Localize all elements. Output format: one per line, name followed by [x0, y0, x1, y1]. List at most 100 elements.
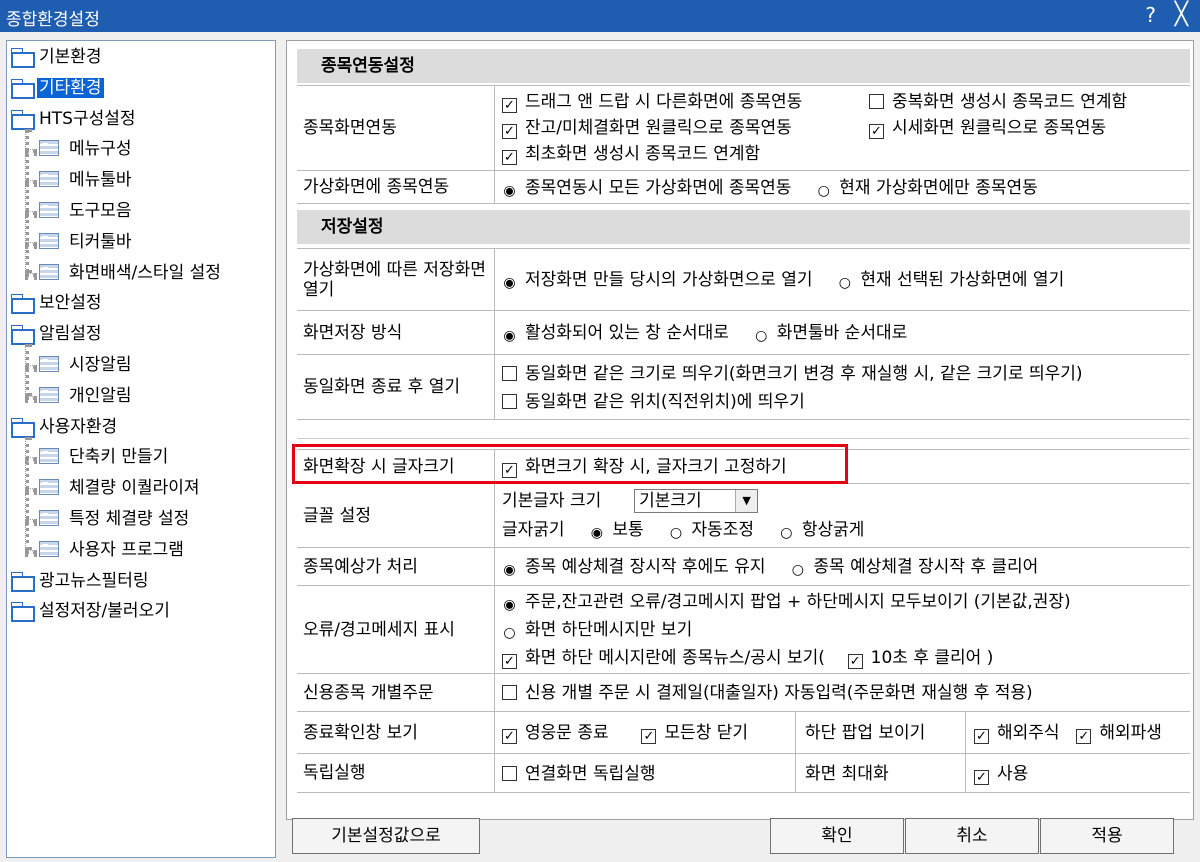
checkbox-unchecked-icon — [502, 766, 517, 781]
settings-tree[interactable]: 기본환경기타환경 HTS구성설정메뉴구성메뉴툴바도구모음티커툴바화면배색/스타일 … — [6, 40, 276, 858]
document-icon — [39, 202, 59, 218]
checkbox-checked-icon: ✓ — [974, 770, 989, 785]
radio-toolbar-order[interactable]: ○ 화면툴바 순서대로 — [754, 323, 907, 344]
radio-weight-auto[interactable]: ○ 자동조정 — [668, 520, 754, 541]
checkbox-same-size[interactable]: 동일화면 같은 크기로 띄우기(화면크기 변경 후 재실행 시, 같은 크기로 … — [502, 364, 1083, 384]
option-label: 모든창 닫기 — [664, 723, 749, 743]
checkbox-same-position[interactable]: 동일화면 같은 위치(직전위치)에 띄우기 — [502, 392, 805, 412]
tree-item-16[interactable]: 특정 체결량 설정 — [39, 505, 191, 533]
radio-all-virtual[interactable]: ◉ 종목연동시 모든 가상화면에 종목연동 — [502, 178, 791, 199]
tree-item-7[interactable]: 티커툴바 — [39, 228, 134, 256]
highlight-box — [292, 444, 848, 484]
tree-item-14[interactable]: 단축키 만들기 — [39, 443, 170, 471]
checkbox-first-screen[interactable]: ✓ 최초화면 생성시 종목코드 연계함 — [502, 144, 761, 165]
radio-selected-icon: ◉ — [503, 328, 516, 344]
tree-item-label: 설정저장/불러오기 — [39, 601, 170, 622]
option-label: 최초화면 생성시 종목코드 연계함 — [525, 144, 761, 164]
radio-weight-normal[interactable]: ◉ 보통 — [589, 520, 644, 541]
tree-item-11[interactable]: 시장알림 — [39, 351, 134, 379]
apply-button[interactable]: 적용 — [1040, 818, 1174, 854]
radio-current-virtual[interactable]: ○ 현재 가상화면에만 종목연동 — [816, 178, 1038, 199]
checkbox-duplicate-link[interactable]: 중복화면 생성시 종목코드 연계함 — [869, 92, 1127, 112]
tree-item-9[interactable]: 보안설정 — [11, 289, 104, 317]
radio-popup-and-bottom[interactable]: ◉ 주문,잔고관련 오류/경고메시지 팝업 + 하단메시지 모두보이기 (기본값,… — [502, 592, 1070, 613]
radio-weight-bold[interactable]: ○ 항상굵게 — [779, 520, 864, 541]
radio-expected-clear[interactable]: ○ 종목 예상체결 장시작 후 클리어 — [790, 557, 1039, 578]
radio-unselected-icon: ○ — [838, 275, 851, 291]
checkbox-balance-oneclick[interactable]: ✓ 잔고/미체결화면 원클릭으로 종목연동 — [502, 118, 792, 139]
tree-item-18[interactable]: 광고뉴스필터링 — [11, 567, 150, 595]
font-size-select[interactable]: 기본크기 ▼ — [634, 489, 759, 513]
tree-item-15[interactable]: 체결량 이퀄라이져 — [39, 474, 202, 502]
ok-button[interactable]: 확인 — [770, 818, 904, 854]
radio-active-order[interactable]: ◉ 활성화되어 있는 창 순서대로 — [502, 323, 729, 344]
tree-item-17[interactable]: 사용자 프로그램 — [39, 536, 186, 564]
settings-panel: 종목연동설정 종목화면연동 ✓ 드래그 앤 드랍 시 다른화면에 종목연동 중복화… — [286, 40, 1194, 820]
tree-item-label: HTS구성설정 — [39, 108, 136, 129]
row-label: 종목예상가 처리 — [297, 548, 495, 585]
folder-icon — [11, 602, 35, 623]
checkbox-checked-icon: ✓ — [502, 654, 517, 669]
tree-item-label: 체결량 이퀄라이져 — [69, 478, 200, 499]
checkbox-news-in-bottom[interactable]: ✓ 화면 하단 메시지란에 종목뉴스/공시 보기( — [502, 648, 825, 669]
folder-icon — [11, 325, 35, 346]
document-icon — [39, 386, 59, 403]
option-label: 10초 후 클리어 ) — [870, 648, 994, 668]
tree-item-label: 보안설정 — [39, 293, 102, 314]
close-button[interactable]: ╳ — [1175, 2, 1188, 27]
tree-item-19[interactable]: 설정저장/불러오기 — [11, 597, 172, 625]
radio-expected-keep[interactable]: ◉ 종목 예상체결 장시작 후에도 유지 — [502, 557, 765, 578]
radio-bottom-only[interactable]: ○ 화면 하단메시지만 보기 — [502, 620, 692, 641]
checkbox-credit-auto-date[interactable]: 신용 개별 주문 시 결제일(대출일자) 자동입력(주문화면 재실행 후 적용) — [502, 683, 1033, 703]
checkbox-quote-oneclick[interactable]: ✓ 시세화면 원클릭으로 종목연동 — [869, 118, 1106, 139]
tree-item-4[interactable]: 메뉴구성 — [39, 135, 134, 163]
document-icon — [39, 479, 59, 496]
option-label: 활성화되어 있는 창 순서대로 — [525, 323, 729, 343]
tree-item-3[interactable]: HTS구성설정 — [11, 105, 138, 133]
option-label: 화면 하단 메시지란에 종목뉴스/공시 보기( — [525, 648, 825, 668]
option-label: 잔고/미체결화면 원클릭으로 종목연동 — [525, 118, 792, 138]
folder-icon — [11, 294, 35, 315]
checkbox-independent-link[interactable]: 연결화면 독립실행 — [502, 764, 656, 784]
tree-item-label: 특정 체결량 설정 — [69, 509, 190, 529]
row-label: 글꼴 설정 — [297, 484, 495, 547]
tree-item-6[interactable]: 도구모음 — [39, 197, 134, 225]
checkbox-maximize-use[interactable]: ✓ 사용 — [974, 764, 1028, 785]
checkbox-overseas-stock[interactable]: ✓ 해외주식 — [974, 723, 1060, 744]
row-label: 화면저장 방식 — [297, 311, 495, 354]
checkbox-checked-icon: ✓ — [869, 124, 884, 139]
radio-original-virtual[interactable]: ◉ 저장화면 만들 당시의 가상화면으로 열기 — [502, 270, 813, 291]
checkbox-drag-drop[interactable]: ✓ 드래그 앤 드랍 시 다른화면에 종목연동 — [502, 92, 802, 113]
divider — [297, 438, 1190, 439]
tree-item-label: 메뉴구성 — [69, 139, 132, 160]
help-button[interactable]: ? — [1145, 3, 1156, 27]
checkbox-clear-after-10s[interactable]: ✓ 10초 후 클리어 ) — [847, 648, 994, 669]
checkbox-exit-app[interactable]: ✓ 영웅문 종료 — [502, 723, 609, 744]
default-settings-button[interactable]: 기본설정값으로 — [292, 818, 480, 854]
tree-connector — [25, 395, 37, 400]
document-icon — [39, 510, 59, 526]
row-credit-order: 신용종목 개별주문 신용 개별 주문 시 결제일(대출일자) 자동입력(주문화면… — [297, 673, 1190, 711]
tree-item-8[interactable]: 화면배색/스타일 설정 — [39, 259, 223, 287]
row-label: 독립실행 — [297, 754, 495, 792]
radio-unselected-icon: ○ — [755, 328, 768, 344]
cancel-button[interactable]: 취소 — [905, 818, 1039, 854]
tree-item-5[interactable]: 메뉴툴바 — [39, 166, 134, 194]
radio-selected-virtual[interactable]: ○ 현재 선택된 가상화면에 열기 — [837, 270, 1065, 291]
tree-item-2[interactable]: 기타환경 — [11, 74, 104, 102]
document-icon — [39, 263, 59, 280]
row-independent-run: 독립실행 연결화면 독립실행 화면 최대화 ✓ 사용 — [297, 753, 1190, 793]
checkbox-overseas-derivatives[interactable]: ✓ 해외파생 — [1076, 723, 1162, 744]
checkbox-checked-icon: ✓ — [502, 124, 517, 139]
checkbox-checked-icon: ✓ — [502, 729, 517, 744]
option-label: 저장화면 만들 당시의 가상화면으로 열기 — [525, 270, 813, 290]
tree-item-label: 사용자 프로그램 — [69, 539, 184, 560]
tree-item-label: 광고뉴스필터링 — [39, 570, 149, 591]
row-virtual-link: 가상화면에 종목연동 ◉ 종목연동시 모든 가상화면에 종목연동 ○ 현재 가상화면… — [297, 170, 1190, 204]
checkbox-close-all[interactable]: ✓ 모든창 닫기 — [641, 723, 749, 744]
option-label: 현재 가상화면에만 종목연동 — [839, 178, 1038, 198]
document-icon — [39, 540, 59, 557]
tree-item-1[interactable]: 기본환경 — [11, 43, 104, 71]
tree-item-12[interactable]: 개인알림 — [39, 382, 134, 410]
row-error-messages: 오류/경고메세지 표시 ◉ 주문,잔고관련 오류/경고메시지 팝업 + 하단메시지… — [297, 585, 1190, 673]
